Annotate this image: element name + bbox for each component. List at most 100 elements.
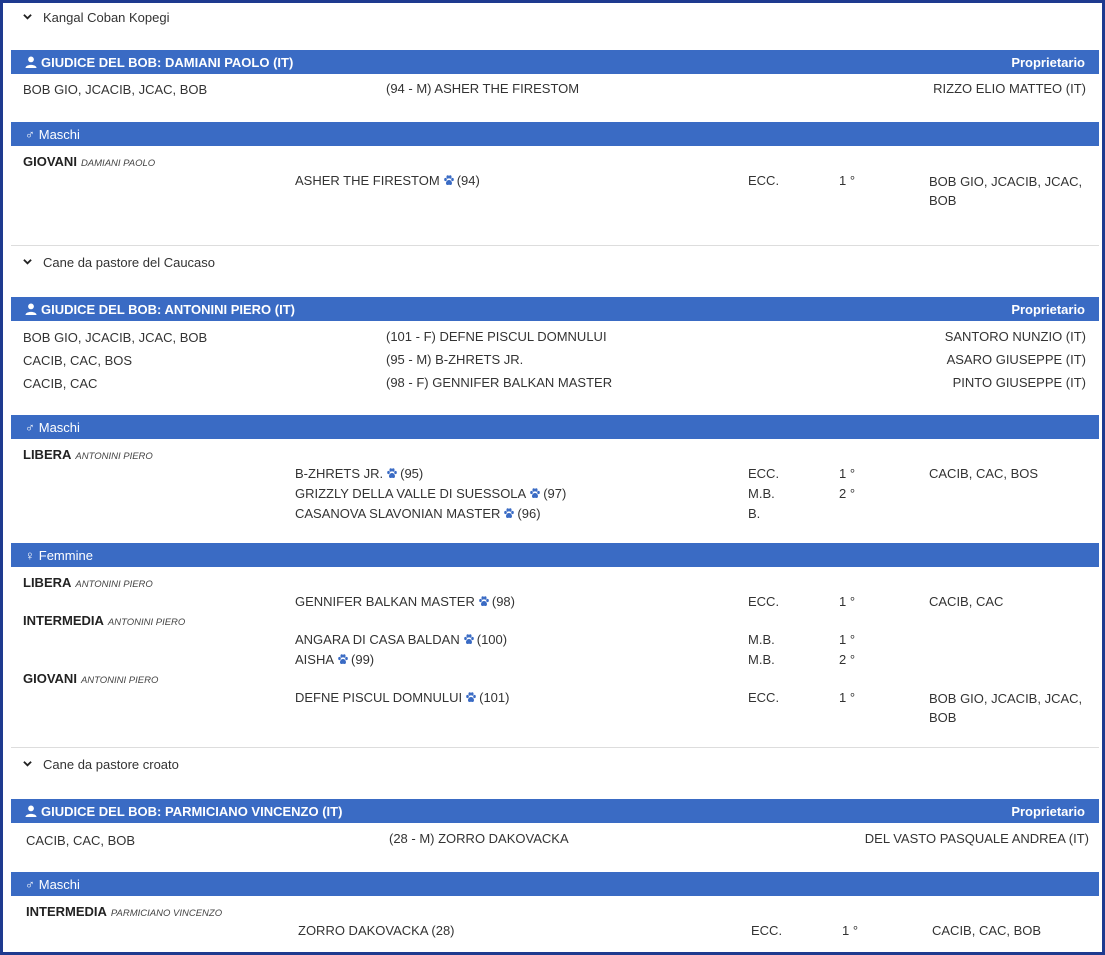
- paw-icon: [463, 634, 474, 644]
- user-icon: [25, 303, 37, 315]
- class-header: LIBERA ANTONINI PIERO: [23, 447, 153, 462]
- paw-icon: [504, 508, 515, 518]
- entry-place: 1 °: [839, 632, 856, 647]
- male-icon: ♂: [25, 876, 35, 892]
- male-icon: ♂: [25, 419, 35, 435]
- user-icon: [25, 805, 37, 817]
- entry-place: 1 °: [839, 594, 856, 609]
- divider: [11, 747, 1099, 748]
- entry-dog[interactable]: DEFNE PISCUL DOMNULUI (101): [295, 690, 509, 705]
- bob-titles: CACIB, CAC, BOS: [23, 353, 133, 368]
- bob-dog[interactable]: (101 - F) DEFNE PISCUL DOMNULUI: [386, 329, 607, 344]
- entry-award: BOB GIO, JCACIB, JCAC, BOB: [929, 691, 1083, 725]
- chevron-down-icon: [23, 258, 32, 265]
- class-name: LIBERA: [23, 447, 72, 462]
- entry-grade: B.: [748, 506, 761, 521]
- paw-icon: [530, 488, 541, 498]
- sex-group-bar: ♂ Maschi: [11, 872, 1099, 896]
- class-name: GIOVANI: [23, 154, 77, 169]
- entry-grade: ECC.: [748, 690, 780, 705]
- sex-group-label: Femmine: [38, 547, 93, 563]
- entry-grade: ECC.: [748, 173, 780, 188]
- entry-award: CACIB, CAC: [929, 594, 1004, 609]
- entry-grade: M.B.: [748, 486, 775, 501]
- entry-place: 2 °: [839, 652, 856, 667]
- bob-owner: DEL VASTO PASQUALE ANDREA (IT): [864, 831, 1089, 846]
- entry-place: 1 °: [839, 690, 856, 705]
- bob-judge: GIUDICE DEL BOB: PARMICIANO VINCENZO (IT…: [41, 803, 343, 819]
- breed-toggle[interactable]: Kangal Coban Kopegi: [23, 7, 170, 27]
- paw-icon: [466, 692, 476, 702]
- class-judge: DAMIANI PAOLO: [80, 158, 156, 169]
- paw-icon: [443, 175, 454, 185]
- male-icon: ♂: [25, 126, 35, 142]
- class-judge: PARMICIANO VINCENZO: [110, 908, 223, 919]
- entry-dog[interactable]: GENNIFER BALKAN MASTER (98): [295, 594, 515, 609]
- entry-dog[interactable]: AISHA (99): [295, 652, 374, 667]
- bob-judge-bar: GIUDICE DEL BOB: ANTONINI PIERO (IT) Pro…: [11, 297, 1099, 321]
- bob-titles: BOB GIO, JCACIB, JCAC, BOB: [23, 82, 208, 97]
- sex-group-bar: ♂ Maschi: [11, 415, 1099, 439]
- sex-group-bar: ♀ Femmine: [11, 543, 1099, 567]
- bob-dog[interactable]: (95 - M) B-ZHRETS JR.: [386, 352, 523, 367]
- entry-award: BOB GIO, JCACIB, JCAC, BOB: [929, 174, 1083, 208]
- bob-owner: SANTORO NUNZIO (IT): [944, 329, 1086, 344]
- paw-icon: [387, 468, 397, 478]
- entry-place: 1 °: [842, 923, 859, 938]
- entry-dog[interactable]: CASANOVA SLAVONIAN MASTER (96): [295, 506, 541, 521]
- bob-titles: BOB GIO, JCACIB, JCAC, BOB: [23, 330, 208, 345]
- bob-owner: PINTO GIUSEPPE (IT): [952, 375, 1086, 390]
- class-header: INTERMEDIA ANTONINI PIERO: [23, 613, 185, 628]
- class-name: INTERMEDIA: [23, 613, 104, 628]
- owner-header: Proprietario: [1011, 301, 1085, 317]
- bob-dog[interactable]: (98 - F) GENNIFER BALKAN MASTER: [386, 375, 612, 390]
- breed-title: Cane da pastore croato: [43, 756, 179, 772]
- breed-toggle[interactable]: Cane da pastore del Caucaso: [23, 252, 215, 272]
- entry-dog[interactable]: GRIZZLY DELLA VALLE DI SUESSOLA (97): [295, 486, 566, 501]
- breed-toggle[interactable]: Cane da pastore croato: [23, 754, 179, 774]
- entry-grade: ECC.: [751, 923, 783, 938]
- bob-dog[interactable]: (28 - M) ZORRO DAKOVACKA: [389, 831, 569, 846]
- bob-judge: GIUDICE DEL BOB: DAMIANI PAOLO (IT): [41, 54, 294, 70]
- entry-award: CACIB, CAC, BOS: [929, 466, 1039, 481]
- class-header: GIOVANI ANTONINI PIERO: [23, 671, 158, 686]
- bob-owner: RIZZO ELIO MATTEO (IT): [933, 81, 1086, 96]
- entry-place: 2 °: [839, 486, 856, 501]
- entry-place: 1 °: [839, 466, 856, 481]
- bob-titles: CACIB, CAC: [23, 376, 98, 391]
- results-frame: Kangal Coban Kopegi GIUDICE DEL BOB: DAM…: [0, 0, 1105, 955]
- female-icon: ♀: [25, 547, 35, 563]
- sex-group-label: Maschi: [38, 876, 80, 892]
- entry-place: 1 °: [839, 173, 856, 188]
- entry-award: CACIB, CAC, BOB: [932, 923, 1042, 938]
- bob-judge-bar: GIUDICE DEL BOB: PARMICIANO VINCENZO (IT…: [11, 799, 1099, 823]
- sex-group-label: Maschi: [38, 419, 80, 435]
- owner-header: Proprietario: [1011, 54, 1085, 70]
- paw-icon: [479, 596, 489, 606]
- user-icon: [25, 56, 37, 68]
- bob-owner: ASARO GIUSEPPE (IT): [946, 352, 1086, 367]
- entry-dog[interactable]: ASHER THE FIRESTOM (94): [295, 173, 480, 188]
- entry-grade: M.B.: [748, 632, 775, 647]
- chevron-down-icon: [23, 760, 32, 767]
- divider: [11, 245, 1099, 246]
- entry-dog[interactable]: ZORRO DAKOVACKA (28): [298, 923, 455, 938]
- class-judge: ANTONINI PIERO: [107, 617, 186, 628]
- chevron-down-icon: [23, 13, 32, 20]
- class-name: INTERMEDIA: [26, 904, 107, 919]
- entry-grade: ECC.: [748, 594, 780, 609]
- entry-dog[interactable]: ANGARA DI CASA BALDAN (100): [295, 632, 507, 647]
- sex-group-label: Maschi: [38, 126, 80, 142]
- sex-group-bar: ♂ Maschi: [11, 122, 1099, 146]
- entry-dog[interactable]: B-ZHRETS JR. (95): [295, 466, 423, 481]
- class-header: INTERMEDIA PARMICIANO VINCENZO: [26, 904, 222, 919]
- breed-title: Kangal Coban Kopegi: [43, 9, 170, 25]
- bob-dog[interactable]: (94 - M) ASHER THE FIRESTOM: [386, 81, 579, 96]
- bob-judge-bar: GIUDICE DEL BOB: DAMIANI PAOLO (IT) Prop…: [11, 50, 1099, 74]
- class-name: LIBERA: [23, 575, 72, 590]
- class-judge: ANTONINI PIERO: [75, 451, 153, 462]
- class-header: GIOVANI DAMIANI PAOLO: [23, 154, 155, 169]
- bob-judge: GIUDICE DEL BOB: ANTONINI PIERO (IT): [41, 301, 295, 317]
- paw-icon: [338, 654, 348, 664]
- breed-title: Cane da pastore del Caucaso: [43, 254, 216, 270]
